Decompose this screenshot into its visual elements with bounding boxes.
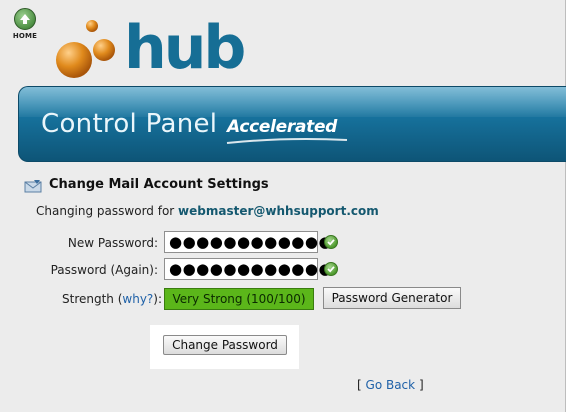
go-back-link[interactable]: Go Back: [366, 378, 416, 392]
new-password-input[interactable]: ●●●●●●●●●●●●: [164, 231, 332, 253]
close-bracket: ]: [418, 378, 424, 392]
changing-password-text: Changing password for webmaster@whhsuppo…: [36, 204, 379, 218]
page-frame: HOME hub Control Panel Accelerated Chang…: [0, 0, 566, 412]
new-password-valid-icon: [324, 235, 338, 249]
changing-prefix: Changing password for: [36, 204, 175, 218]
strength-label: Strength (why?):: [62, 292, 162, 306]
confirm-password-label: Password (Again):: [50, 263, 158, 277]
home-label: HOME: [12, 32, 38, 40]
banner-title: Control Panel: [41, 109, 218, 139]
new-password-label: New Password:: [67, 236, 158, 250]
password-generator-button[interactable]: Password Generator: [323, 287, 461, 309]
open-bracket: [: [357, 378, 362, 392]
section-title: Change Mail Account Settings: [49, 177, 269, 192]
strength-prefix: Strength (: [62, 292, 123, 306]
change-password-button[interactable]: Change Password: [163, 335, 287, 355]
control-panel-banner: Control Panel Accelerated: [18, 86, 566, 162]
hub-logo: hub: [54, 12, 254, 84]
confirm-password-valid-icon: [324, 262, 338, 276]
banner-accent: Accelerated: [227, 117, 338, 137]
account-email: webmaster@whhsupport.com: [178, 204, 379, 218]
home-icon: [14, 8, 36, 30]
logo-text: hub: [124, 13, 246, 83]
confirm-password-input[interactable]: ●●●●●●●●●●●●: [164, 258, 332, 280]
mail-settings-icon: [24, 178, 42, 193]
swoosh-icon: [226, 138, 348, 144]
why-link[interactable]: why?: [122, 292, 153, 306]
strength-meter: Very Strong (100/100): [164, 288, 314, 310]
go-back-nav: [ Go Back ]: [357, 378, 424, 392]
logo-bubbles-icon: [56, 20, 115, 78]
strength-suffix: ):: [153, 292, 163, 306]
home-link[interactable]: HOME: [10, 8, 40, 42]
